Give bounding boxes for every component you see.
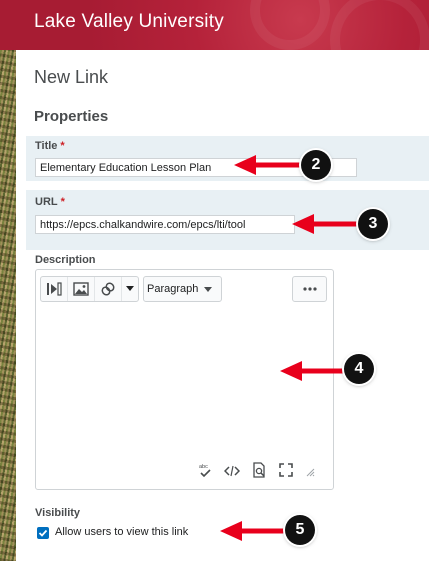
required-marker: *: [60, 196, 65, 208]
background-image: [0, 50, 16, 561]
chevron-down-icon: [204, 287, 212, 292]
media-insert-icon[interactable]: [41, 277, 68, 301]
callout-arrow-icon: [220, 521, 286, 541]
url-input[interactable]: https://epcs.chalkandwire.com/epcs/lti/t…: [35, 215, 295, 234]
svg-text:abc: abc: [199, 464, 208, 470]
fullscreen-icon[interactable]: [279, 463, 293, 482]
description-label: Description: [35, 254, 96, 266]
more-options-icon[interactable]: [292, 276, 327, 302]
resize-handle-icon[interactable]: [305, 464, 315, 482]
app-header: Lake Valley University: [0, 0, 429, 90]
checkmark-icon: [38, 529, 48, 537]
section-title: Properties: [34, 108, 109, 125]
source-code-icon[interactable]: [223, 464, 241, 482]
brand-title[interactable]: Lake Valley University: [34, 11, 224, 33]
callout-arrow-icon: [234, 155, 302, 175]
callout-badge: 3: [358, 209, 388, 239]
callout-arrow-icon: [280, 361, 344, 381]
format-select[interactable]: Paragraph: [143, 276, 222, 302]
callout-badge: 4: [344, 354, 374, 384]
header-decoration: [250, 0, 330, 50]
image-insert-icon[interactable]: [68, 277, 95, 301]
callout-arrow-icon: [292, 214, 358, 234]
callout-badge: 5: [285, 515, 315, 545]
insert-toolbar-group: [40, 276, 139, 302]
editor-status-toolbar: abc: [198, 462, 315, 483]
required-marker: *: [60, 140, 65, 152]
callout-badge: 2: [301, 150, 331, 180]
page-title: New Link: [34, 67, 109, 87]
visibility-label: Visibility: [35, 507, 81, 519]
preview-icon[interactable]: [252, 462, 267, 483]
spellcheck-icon[interactable]: abc: [198, 462, 212, 483]
quicklink-icon[interactable]: [95, 277, 122, 301]
dropdown-caret-icon[interactable]: [122, 277, 138, 301]
format-select-value: Paragraph: [147, 283, 199, 295]
allow-view-checkbox-label[interactable]: Allow users to view this link: [55, 526, 188, 538]
allow-view-checkbox[interactable]: [37, 527, 49, 539]
title-label: Title *: [35, 140, 65, 152]
url-label: URL *: [35, 196, 65, 208]
